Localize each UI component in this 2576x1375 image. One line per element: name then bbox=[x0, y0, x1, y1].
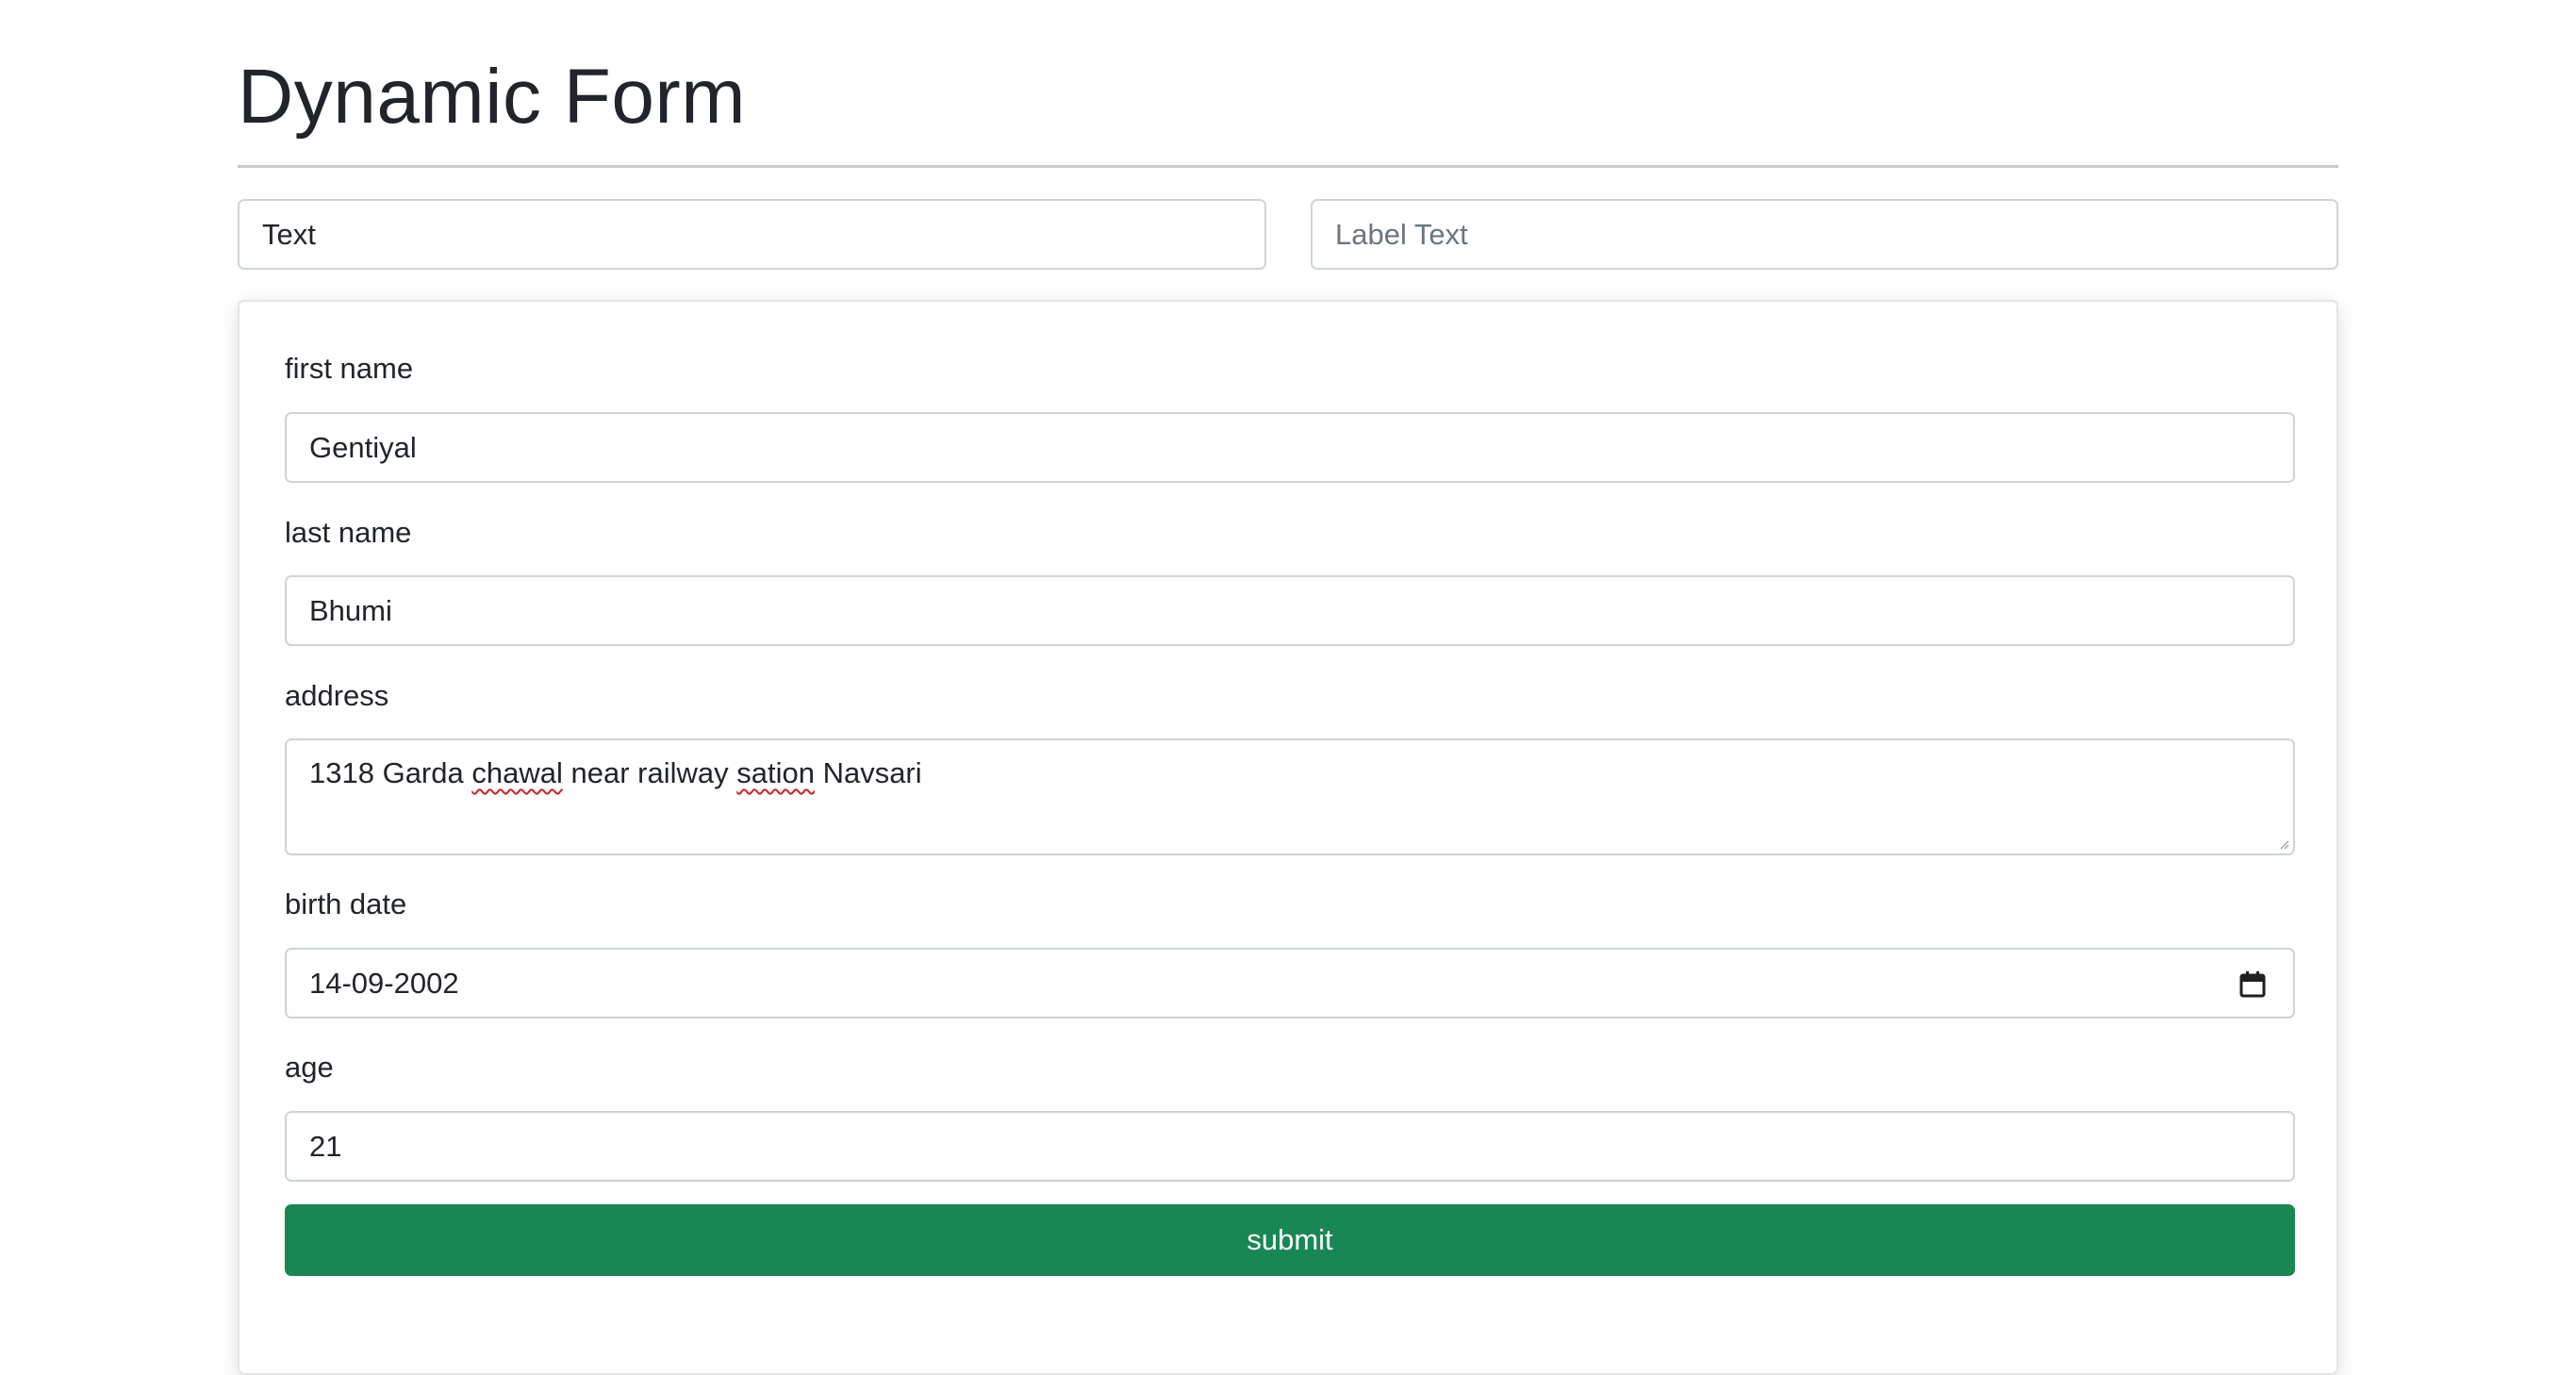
calendar-icon[interactable] bbox=[2238, 970, 2267, 999]
age-label: age bbox=[285, 1051, 334, 1084]
title-divider bbox=[238, 165, 2338, 168]
page-container: Dynamic Form first name Gentiyal last na… bbox=[238, 0, 2338, 1375]
address-textarea[interactable]: 1318 Garda chawal near railway sation Na… bbox=[285, 738, 2295, 855]
birth-date-label: birth date bbox=[285, 887, 407, 920]
birth-date-value: 14-09-2002 bbox=[309, 966, 459, 1000]
address-misspelled-word: sation bbox=[736, 756, 815, 789]
last-name-value: Bhumi bbox=[309, 593, 392, 627]
submit-button[interactable]: submit bbox=[285, 1204, 2295, 1276]
resize-grip-icon[interactable] bbox=[2278, 838, 2289, 850]
birth-date-input[interactable]: 14-09-2002 bbox=[285, 948, 2295, 1019]
last-name-input[interactable]: Bhumi bbox=[285, 575, 2295, 646]
field-type-input[interactable] bbox=[238, 199, 1266, 270]
address-misspelled-word: chawal bbox=[471, 756, 563, 789]
address-value-part: near railway bbox=[562, 756, 737, 789]
last-name-label: last name bbox=[285, 516, 412, 549]
address-label: address bbox=[285, 679, 389, 712]
age-value: 21 bbox=[309, 1129, 342, 1163]
address-value-part: 1318 Garda bbox=[309, 756, 472, 789]
first-name-value: Gentiyal bbox=[309, 430, 417, 464]
age-input[interactable]: 21 bbox=[285, 1111, 2295, 1182]
form-card: first name Gentiyal last name Bhumi addr… bbox=[238, 300, 2338, 1375]
first-name-input[interactable]: Gentiyal bbox=[285, 412, 2295, 483]
first-name-label: first name bbox=[285, 352, 414, 385]
label-text-input[interactable] bbox=[1311, 199, 2338, 270]
address-value-part: Navsari bbox=[814, 756, 922, 789]
page-title: Dynamic Form bbox=[238, 54, 747, 140]
